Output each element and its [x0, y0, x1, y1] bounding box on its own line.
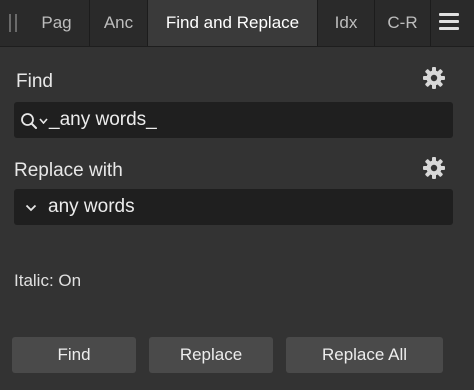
tab-pag[interactable]: Pag	[24, 0, 90, 46]
find-input[interactable]: _any words_	[14, 102, 453, 138]
tab-anc[interactable]: Anc	[90, 0, 148, 46]
grip-icon[interactable]	[6, 14, 20, 32]
find-settings-gear-icon[interactable]	[422, 66, 446, 90]
find-label: Find	[16, 71, 53, 92]
chevron-down-icon[interactable]	[25, 204, 37, 212]
replace-input-value: any words	[48, 196, 135, 217]
replace-button[interactable]: Replace	[149, 337, 273, 373]
replace-settings-gear-icon[interactable]	[422, 156, 446, 180]
replace-with-label: Replace with	[14, 160, 123, 181]
tab-find-and-replace[interactable]: Find and Replace	[148, 0, 318, 46]
find-input-value: _any words_	[49, 109, 157, 130]
find-replace-panel: Pag Anc Find and Replace Idx C-R Find _a…	[0, 0, 474, 390]
replace-all-button[interactable]: Replace All	[286, 337, 443, 373]
search-icon[interactable]	[20, 112, 38, 130]
hamburger-menu-icon[interactable]	[439, 13, 459, 31]
search-options-chevron-icon[interactable]	[39, 118, 48, 124]
replace-input[interactable]: any words	[14, 189, 453, 225]
tab-c-r[interactable]: C-R	[375, 0, 431, 46]
format-status-text: Italic: On	[14, 271, 82, 290]
tab-idx[interactable]: Idx	[318, 0, 375, 46]
find-button[interactable]: Find	[12, 337, 136, 373]
panel-tab-bar: Pag Anc Find and Replace Idx C-R	[0, 0, 474, 47]
